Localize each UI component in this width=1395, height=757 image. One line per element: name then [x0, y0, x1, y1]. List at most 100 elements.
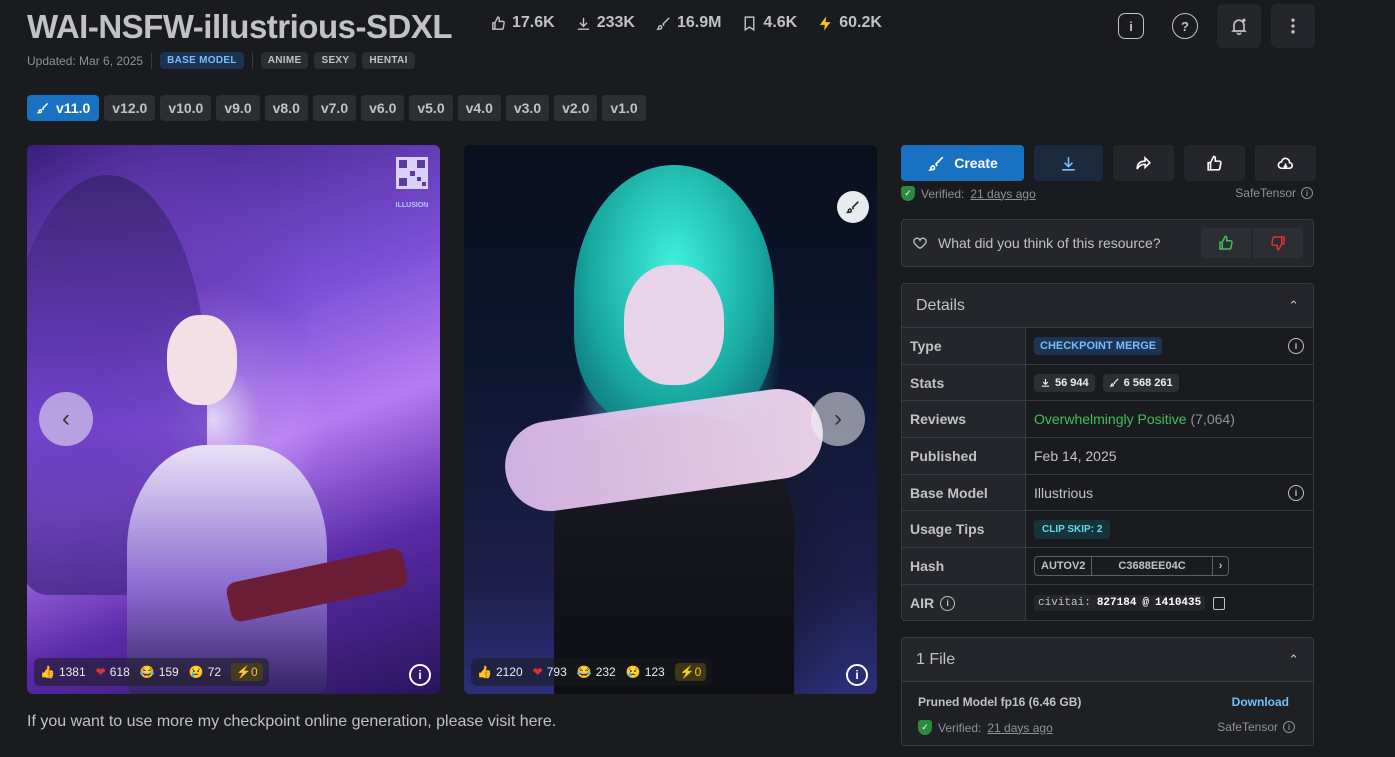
feedback-thumbs-down-button[interactable]	[1253, 228, 1303, 258]
cloud-upload-button[interactable]	[1255, 145, 1316, 181]
generations-count: 16.9M	[676, 14, 722, 31]
reaction-buzz[interactable]: ⚡0	[674, 663, 707, 681]
gallery-image-1[interactable]: ILLUSION ‹ 👍 1381 ❤ 618 😂 159 😢 72 ⚡0 i	[27, 145, 440, 694]
version-tab-v3[interactable]: v3.0	[505, 95, 550, 121]
detail-row-stats: Stats 56 944 6 568 261	[902, 364, 1313, 402]
version-tab-v7[interactable]: v7.0	[312, 95, 357, 121]
copy-icon[interactable]	[1213, 596, 1226, 610]
version-tab-v6[interactable]: v6.0	[361, 95, 405, 121]
gallery-next-button[interactable]: ›	[811, 392, 865, 446]
detail-row-reviews: Reviews Overwhelmingly Positive (7,064)	[902, 401, 1313, 439]
heart-outline-icon	[913, 237, 927, 250]
like-button[interactable]	[1184, 145, 1245, 181]
version-tab-v9[interactable]: v9.0	[216, 95, 260, 121]
file-download-link[interactable]: Download	[1232, 695, 1289, 709]
reaction-buzz[interactable]: ⚡0	[231, 663, 263, 681]
version-tab-v10[interactable]: v10.0	[160, 95, 212, 121]
brush-icon	[845, 201, 859, 214]
create-button[interactable]: Create	[901, 145, 1024, 181]
version-tab-v1[interactable]: v1.0	[602, 95, 646, 121]
air-identifier: civitai: 827184 @ 1410435	[1034, 595, 1206, 612]
buzz-count: 60.2K	[839, 14, 882, 31]
gallery-image-2[interactable]: › 👍 2120 ❤ 793 😂 232 😢 123 ⚡0 i	[464, 145, 877, 694]
info-icon[interactable]: i	[1301, 187, 1313, 199]
details-header[interactable]: Details ⌃	[902, 284, 1313, 328]
reaction-heart[interactable]: ❤ 618	[96, 665, 130, 679]
download-icon	[1062, 156, 1075, 171]
detail-value: CHECKPOINT MERGE i	[1026, 328, 1313, 364]
hash-type[interactable]: AUTOV2	[1035, 556, 1093, 575]
tag-anime[interactable]: ANIME	[260, 52, 309, 69]
feedback-thumbs-up-button[interactable]	[1201, 228, 1251, 258]
version-tab-v12[interactable]: v12.0	[104, 95, 156, 121]
detail-value[interactable]: Overwhelmingly Positive (7,064)	[1026, 401, 1313, 437]
cry-icon: 😢	[625, 665, 641, 679]
detail-value: Illustrious i	[1026, 475, 1313, 511]
air-version-id: 1410435	[1155, 597, 1202, 610]
version-tab-v2[interactable]: v2.0	[554, 95, 598, 121]
reaction-cry[interactable]: 😢 72	[189, 665, 221, 679]
download-button[interactable]	[1034, 145, 1103, 181]
reaction-like[interactable]: 👍 2120	[477, 665, 523, 679]
version-tab-v11[interactable]: v11.0	[27, 95, 100, 121]
files-header[interactable]: 1 File ⌃	[902, 638, 1313, 682]
brush-icon	[1109, 378, 1119, 387]
remix-button[interactable]	[837, 191, 869, 223]
meta-divider	[251, 52, 253, 69]
version-tab-v4[interactable]: v4.0	[457, 95, 501, 121]
air-prefix: civitai:	[1038, 597, 1091, 610]
bookmarks-count: 4.6K	[763, 14, 798, 31]
detail-label: Base Model	[902, 474, 1026, 511]
thumb-up-icon	[1219, 235, 1233, 250]
chevron-right-icon[interactable]: ›	[1213, 557, 1229, 575]
reaction-laugh[interactable]: 😂 159	[140, 665, 179, 679]
action-bar: Create	[901, 145, 1316, 181]
gallery-prev-button[interactable]: ‹	[39, 392, 93, 446]
reviews-rating[interactable]: Overwhelmingly Positive	[1034, 411, 1187, 427]
thumb-up-icon: 👍	[40, 665, 55, 679]
create-label: Create	[954, 155, 998, 171]
more-menu-button[interactable]	[1271, 4, 1315, 48]
hash-value[interactable]: C3688EE04C	[1092, 556, 1213, 575]
hash-box[interactable]: AUTOV2 C3688EE04C ›	[1034, 555, 1230, 576]
reaction-laugh[interactable]: 😂 232	[577, 665, 616, 679]
image-info-icon[interactable]: i	[846, 664, 868, 686]
help-icon[interactable]: ?	[1172, 13, 1198, 39]
reaction-like-count: 1381	[58, 665, 86, 679]
reaction-like[interactable]: 👍 1381	[40, 665, 86, 679]
info-icon[interactable]: i	[940, 595, 956, 611]
version-tab-v5[interactable]: v5.0	[409, 95, 453, 121]
reaction-heart[interactable]: ❤ 793	[533, 665, 567, 679]
reaction-heart-count: 618	[109, 665, 130, 679]
info-icon[interactable]: i	[1288, 484, 1304, 501]
version-tab-v8[interactable]: v8.0	[264, 95, 308, 121]
laugh-icon: 😂	[576, 665, 592, 679]
stats-downloads-badge: 56 944	[1034, 373, 1095, 392]
share-button[interactable]	[1113, 145, 1174, 181]
detail-row-published: Published Feb 14, 2025	[902, 438, 1313, 475]
bookmark-icon	[744, 15, 755, 31]
reaction-heart-count: 793	[546, 665, 567, 679]
info-icon[interactable]: i	[1288, 337, 1304, 354]
tag-hentai[interactable]: HENTAI	[362, 52, 415, 69]
downloads-count: 233K	[596, 14, 635, 31]
reaction-cry[interactable]: 😢 123	[626, 665, 665, 679]
share-icon	[1136, 155, 1151, 169]
info-icon[interactable]: i	[1283, 721, 1295, 733]
air-label: AIR	[910, 595, 935, 612]
verified-date-link[interactable]: 21 days ago	[987, 721, 1052, 735]
notify-button[interactable]	[1217, 4, 1261, 48]
heart-icon: ❤	[95, 665, 106, 679]
tag-sexy[interactable]: SEXY	[314, 52, 357, 69]
page-title: WAI-NSFW-illustrious-SDXL	[27, 8, 452, 45]
detail-row-type: Type CHECKPOINT MERGE i	[902, 328, 1313, 365]
info-icon[interactable]: i	[1118, 13, 1144, 39]
detail-label: AIR i	[902, 584, 1026, 620]
image-info-icon[interactable]: i	[409, 664, 431, 686]
tag-base-model[interactable]: BASE MODEL	[160, 52, 244, 69]
verified-date-link[interactable]: 21 days ago	[970, 187, 1035, 201]
model-stats: 17.6K 233K 16.9M 4.6K 60.2K	[484, 12, 888, 34]
detail-row-usage-tips: Usage Tips CLIP SKIP: 2	[902, 511, 1313, 549]
files-title: 1 File	[916, 650, 956, 668]
dots-vertical-icon	[1291, 18, 1295, 34]
